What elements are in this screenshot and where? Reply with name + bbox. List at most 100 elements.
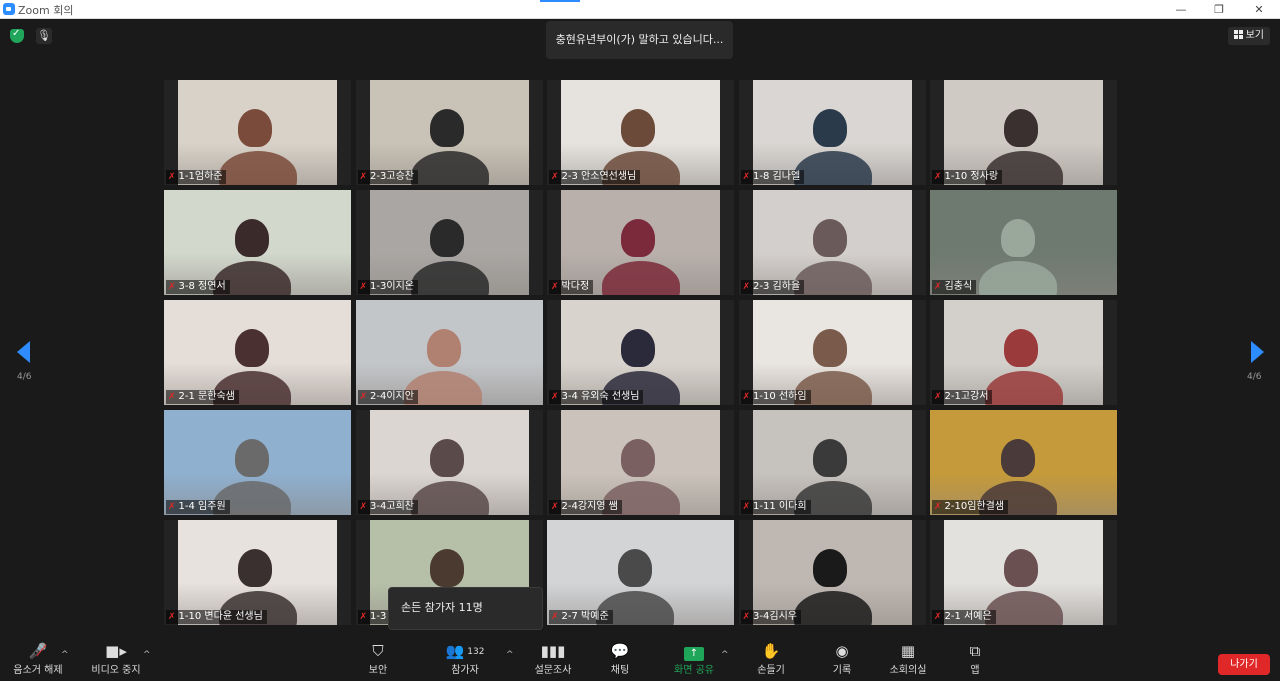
participant-name: 2-1 문한숙샘	[178, 391, 235, 402]
participant-name: 박다정	[561, 281, 590, 292]
participant-name-label: ✗ 1-3	[357, 610, 391, 624]
participant-name: 2-4이지안	[370, 391, 414, 402]
raise-hand-button[interactable]: ✋ 손들기	[733, 642, 809, 677]
mic-status-icon[interactable]: 🎙	[36, 28, 52, 44]
view-label: 보기	[1245, 30, 1264, 41]
participant-tile[interactable]: ✗ 2-3 안소연선생님	[547, 80, 734, 185]
minimize-button[interactable]: —	[1166, 1, 1196, 18]
apps-label: 앱	[970, 665, 980, 676]
participant-tile[interactable]: ✗ 3-4 유외숙 선생님	[547, 300, 734, 405]
leave-button[interactable]: 나가기	[1218, 654, 1270, 675]
chat-bubble-icon: 💬	[610, 642, 630, 660]
restore-button[interactable]: ❐	[1204, 1, 1234, 18]
participant-tile[interactable]: ✗ 2-7 박예준	[547, 520, 734, 625]
participant-tile[interactable]: ✗ 박다정	[547, 190, 734, 295]
shield-icon: ⛉	[372, 642, 384, 660]
muted-mic-icon: ✗	[359, 502, 368, 512]
participant-silhouette	[429, 109, 464, 148]
close-button[interactable]: ✕	[1244, 1, 1274, 18]
participant-silhouette	[429, 439, 464, 478]
participant-tile[interactable]: ✗ 2-4이지안	[355, 300, 543, 405]
polls-button[interactable]: ▮▮▮ 설문조사	[515, 642, 591, 677]
participant-count: 132	[467, 647, 485, 657]
participant-silhouette	[621, 219, 656, 258]
participant-name: 김충식	[944, 281, 973, 292]
muted-mic-icon: ✗	[742, 282, 751, 292]
participant-name-label: ✗ 2-4강지영 쌤	[549, 500, 622, 514]
participant-tile[interactable]: ✗ 1-10 정사랑	[930, 80, 1117, 185]
participant-tile[interactable]: ✗ 1-8 김나엘	[738, 80, 926, 185]
participant-name: 1-8 김나엘	[753, 171, 801, 182]
participant-name: 2-3고승찬	[370, 171, 414, 182]
participant-name: 2-3 김하율	[753, 281, 801, 292]
participant-tile[interactable]: ✗ 2-10임한결샘	[930, 410, 1117, 515]
participant-tile[interactable]: ✗ 2-3 김하율	[738, 190, 926, 295]
participant-tile[interactable]: ✗ 1-11 이다희	[738, 410, 926, 515]
participant-name-label: ✗ 2-1 서예은	[932, 610, 996, 624]
participant-name-label: ✗ 박다정	[549, 280, 594, 294]
participant-name: 1-3이지온	[370, 281, 414, 292]
participant-silhouette	[1004, 329, 1039, 368]
participant-shoulders	[978, 261, 1057, 295]
participant-name-label: ✗ 1-8 김나엘	[740, 170, 805, 184]
participant-name-label: ✗ 2-1 문한숙샘	[166, 390, 239, 404]
participant-tile[interactable]: ✗ 김충식	[930, 190, 1117, 295]
window-title: Zoom 회의	[18, 4, 74, 17]
participant-silhouette	[1001, 439, 1036, 478]
bar-chart-icon: ▮▮▮	[540, 642, 566, 660]
apps-button[interactable]: ⧉ 앱	[937, 642, 1013, 677]
muted-mic-icon: ✗	[934, 612, 942, 622]
participant-shoulders	[793, 261, 872, 295]
participant-tile[interactable]: ✗ 3-4고희찬	[355, 410, 543, 515]
participant-tile[interactable]: ✗ 3-4김시우	[738, 520, 926, 625]
participant-silhouette	[235, 219, 270, 258]
share-options-chevron-icon[interactable]: ^	[721, 650, 729, 660]
video-options-chevron-icon[interactable]: ^	[143, 650, 151, 660]
participant-tile[interactable]: ✗ 1-4 임주원	[164, 410, 351, 515]
participant-tile[interactable]: ✗ 2-1 서예은	[930, 520, 1117, 625]
participant-name: 1-1엄하준	[178, 171, 223, 182]
participant-tile[interactable]: ✗ 1-10 선하임	[738, 300, 926, 405]
participant-tile[interactable]: ✗ 3-8 정연서	[164, 190, 351, 295]
participants-options-chevron-icon[interactable]: ^	[506, 650, 514, 660]
participant-shoulders	[602, 261, 681, 295]
security-shield-icon[interactable]	[10, 28, 24, 43]
record-button[interactable]: ◉ 기록	[804, 642, 880, 677]
participant-name-label: ✗ 1-3이지온	[357, 280, 418, 294]
muted-mic-icon: ✗	[359, 172, 368, 182]
participant-shoulders	[410, 481, 489, 515]
gallery-grid: ✗ 1-1엄하준 ✗ 2-3고승찬 ✗ 2-3 안소연선생님 ✗ 1-8 김나엘 ✗ 1-10 정…	[164, 80, 1117, 625]
next-page-arrow-icon[interactable]	[1251, 341, 1264, 363]
participant-silhouette	[812, 329, 847, 368]
title-bar: Zoom 회의 — ❐ ✕	[0, 0, 1280, 19]
participant-name: 1-3	[370, 611, 387, 622]
previous-page-arrow-icon[interactable]	[17, 341, 30, 363]
apps-icon: ⧉	[969, 642, 981, 660]
breakout-rooms-button[interactable]: ▦ 소회의실	[870, 642, 946, 677]
chat-label: 채팅	[610, 665, 630, 676]
muted-mic-icon: ✗	[742, 502, 751, 512]
participant-tile[interactable]: ✗ 2-4강지영 쌤	[547, 410, 734, 515]
participant-silhouette	[621, 439, 656, 478]
participant-silhouette	[238, 549, 273, 588]
security-button[interactable]: ⛉ 보안	[340, 642, 416, 677]
breakout-label: 소회의실	[889, 665, 927, 676]
participant-name: 1-10 변다윤 선생님	[178, 611, 263, 622]
participant-name: 1-10 정사랑	[944, 171, 999, 182]
participant-tile[interactable]: ✗ 1-3이지온	[355, 190, 543, 295]
chat-button[interactable]: 💬 채팅	[582, 642, 658, 677]
participant-tile[interactable]: ✗ 2-3고승찬	[355, 80, 543, 185]
participants-button[interactable]: 👥 132 참가자	[427, 642, 503, 677]
participant-tile[interactable]: ✗ 1-10 변다윤 선생님	[164, 520, 351, 625]
participant-tile[interactable]: ✗ 2-1고강서	[930, 300, 1117, 405]
participant-tile[interactable]: ✗ 2-1 문한숙샘	[164, 300, 351, 405]
muted-mic-icon: ✗	[168, 392, 176, 402]
grid-view-icon	[1233, 30, 1243, 39]
view-button[interactable]: 보기	[1227, 27, 1270, 45]
participant-name-label: ✗ 2-3고승찬	[357, 170, 418, 184]
muted-mic-icon: ✗	[551, 392, 559, 402]
participant-name: 3-4고희찬	[370, 501, 414, 512]
participant-tile[interactable]: ✗ 1-1엄하준	[164, 80, 351, 185]
audio-options-chevron-icon[interactable]: ^	[61, 650, 69, 660]
participant-name-label: ✗ 2-3 안소연선생님	[549, 170, 641, 184]
